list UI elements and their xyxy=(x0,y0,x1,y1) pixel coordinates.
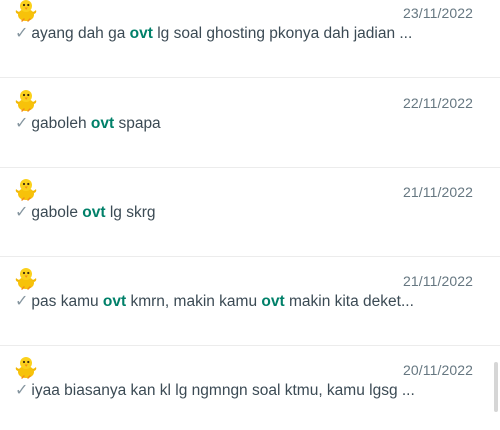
search-highlight: ovt xyxy=(261,293,285,310)
message-text: kmrn, makin kamu xyxy=(126,293,262,310)
message-text: lg soal ghosting pkonya dah jadian ... xyxy=(152,25,413,42)
baby-chick-icon xyxy=(14,87,40,113)
message-text: lg skrg xyxy=(105,204,156,221)
sent-check-icon: ✓ xyxy=(15,293,29,310)
baby-chick-icon xyxy=(14,265,40,291)
chat-result-row[interactable]: 22/11/2022 ✓ gaboleh ovt spapa xyxy=(0,79,500,168)
chat-result-row[interactable]: 21/11/2022 ✓ pas kamu ovt kmrn, makin kamu… xyxy=(0,257,500,346)
baby-chick-icon xyxy=(14,354,40,380)
message-text: gabole xyxy=(31,204,83,221)
message-date: 21/11/2022 xyxy=(402,273,473,289)
sent-check-icon: ✓ xyxy=(15,382,29,399)
message-date: 23/11/2022 xyxy=(402,5,473,21)
message-text: pas kamu xyxy=(31,293,103,310)
search-highlight: ovt xyxy=(129,25,153,42)
message-preview: ✓ iyaa biasanya kan kl lg ngmngn soal ktm… xyxy=(15,380,475,400)
chat-result-row[interactable]: 20/11/2022 ✓ iyaa biasanya kan kl lg ngmng… xyxy=(0,346,500,430)
chat-result-row[interactable]: 23/11/2022 ✓ ayang dah ga ovt lg soal ghos… xyxy=(0,0,500,78)
chat-result-row[interactable]: 21/11/2022 ✓ gabole ovt lg skrg xyxy=(0,168,500,257)
message-text: gaboleh xyxy=(31,115,91,132)
baby-chick-icon xyxy=(14,176,40,202)
search-highlight: ovt xyxy=(82,204,106,221)
sent-check-icon: ✓ xyxy=(15,204,29,221)
message-preview: ✓ gabole ovt lg skrg xyxy=(15,202,475,222)
baby-chick-icon xyxy=(14,0,40,23)
message-date: 22/11/2022 xyxy=(402,95,473,111)
sent-check-icon: ✓ xyxy=(15,25,29,42)
scrollbar[interactable] xyxy=(494,362,498,412)
message-preview: ✓ gaboleh ovt spapa xyxy=(15,113,475,133)
message-preview: ✓ ayang dah ga ovt lg soal ghosting pkony… xyxy=(15,23,475,43)
search-highlight: ovt xyxy=(102,293,127,310)
message-text: makin kita deket... xyxy=(284,293,414,310)
sent-check-icon: ✓ xyxy=(15,115,29,132)
message-preview: ✓ pas kamu ovt kmrn, makin kamu ovt makin… xyxy=(15,291,475,311)
message-text: ayang dah ga xyxy=(31,25,130,42)
message-text: spapa xyxy=(114,115,161,132)
search-highlight: ovt xyxy=(90,115,115,132)
message-date: 20/11/2022 xyxy=(402,362,473,378)
message-date: 21/11/2022 xyxy=(402,184,473,200)
search-results-list: 23/11/2022 ✓ ayang dah ga ovt lg soal ghos… xyxy=(0,0,500,430)
message-text: iyaa biasanya kan kl lg ngmngn soal ktmu… xyxy=(31,382,415,399)
